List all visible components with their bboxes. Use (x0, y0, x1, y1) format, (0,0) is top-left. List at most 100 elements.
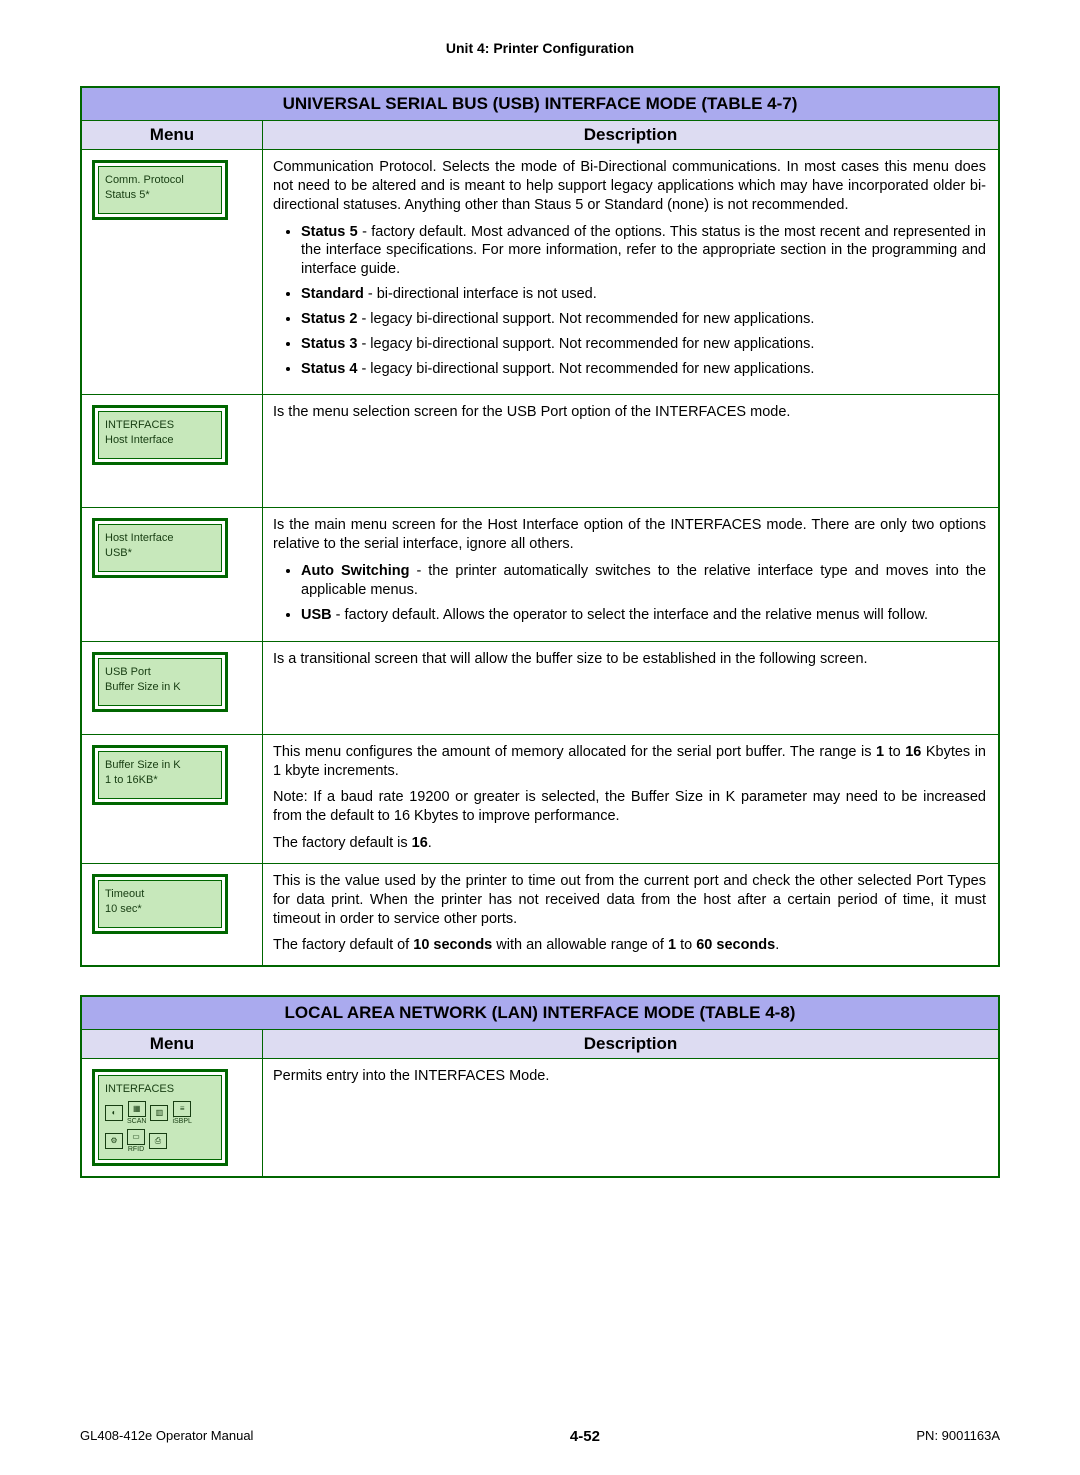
page: Unit 4: Printer Configuration UNIVERSAL … (0, 0, 1080, 1475)
lcd-display: USB Port Buffer Size in K (92, 652, 228, 712)
lcd-inner: Buffer Size in K 1 to 16KB* (98, 751, 222, 799)
interface-icon: ▥ (150, 1105, 168, 1121)
interface-icon: ▦SCAN (127, 1101, 146, 1125)
lcd-line: Host Interface (105, 531, 215, 546)
lcd-display: Buffer Size in K 1 to 16KB* (92, 745, 228, 805)
lcd-line: USB* (105, 546, 215, 561)
description-text: Is a transitional screen that will allow… (273, 650, 986, 669)
lcd-line: 1 to 16KB* (105, 773, 215, 788)
option-name: Status 3 (301, 336, 357, 352)
description-cell: This is the value used by the printer to… (263, 863, 1000, 966)
interface-icon: ≡iSBPL (172, 1101, 191, 1125)
lcd-line: 10 sec* (105, 902, 215, 917)
description-text: Is the main menu screen for the Host Int… (273, 516, 986, 554)
description-column-header: Description (263, 121, 1000, 150)
menu-column-header: Menu (81, 121, 263, 150)
option-name: USB (301, 607, 332, 623)
interface-icon: ◐ (105, 1105, 123, 1121)
lcd-line: Buffer Size in K (105, 680, 215, 695)
interface-icon: ▭RFID (127, 1129, 145, 1153)
lcd-display: INTERFACES Host Interface (92, 405, 228, 465)
lcd-inner: Timeout 10 sec* (98, 880, 222, 928)
bullet-list: Status 5 - factory default. Most advance… (273, 223, 986, 379)
list-item: USB - factory default. Allows the operat… (301, 606, 986, 625)
description-text: The factory default of 10 seconds with a… (273, 936, 986, 955)
description-text: This is the value used by the printer to… (273, 872, 986, 929)
table-row: INTERFACES ◐ ▦SCAN ▥ ≡iSBPL ⚙ ▭RFID ⎙ (81, 1059, 999, 1177)
menu-cell: USB Port Buffer Size in K (81, 641, 263, 734)
lcd-line: Buffer Size in K (105, 758, 215, 773)
option-rest: - bi-directional interface is not used. (364, 286, 597, 302)
interface-icon: ⎙ (149, 1133, 167, 1149)
description-cell: Is the main menu screen for the Host Int… (263, 508, 1000, 641)
option-rest: - legacy bi-directional support. Not rec… (357, 361, 814, 377)
lcd-line: Status 5* (105, 188, 215, 203)
lcd-inner: Comm. Protocol Status 5* (98, 166, 222, 214)
table-row: Timeout 10 sec* This is the value used b… (81, 863, 999, 966)
usb-table: UNIVERSAL SERIAL BUS (USB) INTERFACE MOD… (80, 86, 1000, 967)
table-row: USB Port Buffer Size in K Is a transitio… (81, 641, 999, 734)
option-name: Status 2 (301, 311, 357, 327)
table-title-row: UNIVERSAL SERIAL BUS (USB) INTERFACE MOD… (81, 87, 999, 121)
description-text: Communication Protocol. Selects the mode… (273, 158, 986, 215)
lcd-line: Comm. Protocol (105, 173, 215, 188)
list-item: Status 3 - legacy bi-directional support… (301, 335, 986, 354)
description-text: This menu configures the amount of memor… (273, 743, 986, 781)
description-cell: This menu configures the amount of memor… (263, 734, 1000, 863)
table-row: Buffer Size in K 1 to 16KB* This menu co… (81, 734, 999, 863)
table-column-header-row: Menu Description (81, 121, 999, 150)
table-title: UNIVERSAL SERIAL BUS (USB) INTERFACE MOD… (81, 87, 999, 121)
interfaces-icon-row: ◐ ▦SCAN ▥ ≡iSBPL (105, 1101, 215, 1125)
table-row: Comm. Protocol Status 5* Communication P… (81, 150, 999, 395)
page-footer: GL408-412e Operator Manual 4-52 PN: 9001… (80, 1428, 1000, 1445)
option-name: Status 4 (301, 361, 357, 377)
menu-cell: Buffer Size in K 1 to 16KB* (81, 734, 263, 863)
option-rest: - factory default. Allows the operator t… (332, 607, 928, 623)
bullet-list: Auto Switching - the printer automatical… (273, 562, 986, 625)
lcd-display: Host Interface USB* (92, 518, 228, 578)
footer-right: PN: 9001163A (916, 1428, 1000, 1445)
table-row: Host Interface USB* Is the main menu scr… (81, 508, 999, 641)
description-cell: Is the menu selection screen for the USB… (263, 395, 1000, 508)
table-title: LOCAL AREA NETWORK (LAN) INTERFACE MODE … (81, 996, 999, 1030)
lcd-inner: USB Port Buffer Size in K (98, 658, 222, 706)
description-cell: Communication Protocol. Selects the mode… (263, 150, 1000, 395)
lcd-line: Host Interface (105, 433, 215, 448)
unit-header: Unit 4: Printer Configuration (80, 40, 1000, 56)
option-rest: - legacy bi-directional support. Not rec… (357, 311, 814, 327)
lcd-inner: INTERFACES ◐ ▦SCAN ▥ ≡iSBPL ⚙ ▭RFID ⎙ (98, 1075, 222, 1160)
description-cell: Is a transitional screen that will allow… (263, 641, 1000, 734)
list-item: Status 4 - legacy bi-directional support… (301, 360, 986, 379)
menu-column-header: Menu (81, 1030, 263, 1059)
lcd-display: Timeout 10 sec* (92, 874, 228, 934)
list-item: Status 5 - factory default. Most advance… (301, 223, 986, 280)
option-rest: - factory default. Most advanced of the … (301, 224, 986, 278)
option-rest: - legacy bi-directional support. Not rec… (357, 336, 814, 352)
lcd-line: INTERFACES (105, 1082, 215, 1097)
menu-cell: INTERFACES Host Interface (81, 395, 263, 508)
description-cell: Permits entry into the INTERFACES Mode. (263, 1059, 1000, 1177)
table-row: INTERFACES Host Interface Is the menu se… (81, 395, 999, 508)
lan-table: LOCAL AREA NETWORK (LAN) INTERFACE MODE … (80, 995, 1000, 1178)
lcd-line: USB Port (105, 665, 215, 680)
option-name: Standard (301, 286, 364, 302)
table-column-header-row: Menu Description (81, 1030, 999, 1059)
lcd-inner: INTERFACES Host Interface (98, 411, 222, 459)
list-item: Auto Switching - the printer automatical… (301, 562, 986, 600)
interface-icon: ⚙ (105, 1133, 123, 1149)
menu-cell: Host Interface USB* (81, 508, 263, 641)
list-item: Status 2 - legacy bi-directional support… (301, 310, 986, 329)
lcd-inner: Host Interface USB* (98, 524, 222, 572)
page-number: 4-52 (570, 1428, 600, 1445)
table-title-row: LOCAL AREA NETWORK (LAN) INTERFACE MODE … (81, 996, 999, 1030)
option-name: Auto Switching (301, 563, 409, 579)
lcd-line: INTERFACES (105, 418, 215, 433)
interfaces-icon-row: ⚙ ▭RFID ⎙ (105, 1129, 215, 1153)
description-text: Note: If a baud rate 19200 or greater is… (273, 788, 986, 826)
description-text: Permits entry into the INTERFACES Mode. (273, 1067, 986, 1086)
footer-left: GL408-412e Operator Manual (80, 1428, 253, 1445)
description-column-header: Description (263, 1030, 1000, 1059)
lcd-display: Comm. Protocol Status 5* (92, 160, 228, 220)
lcd-display: INTERFACES ◐ ▦SCAN ▥ ≡iSBPL ⚙ ▭RFID ⎙ (92, 1069, 228, 1166)
description-text: Is the menu selection screen for the USB… (273, 403, 986, 422)
